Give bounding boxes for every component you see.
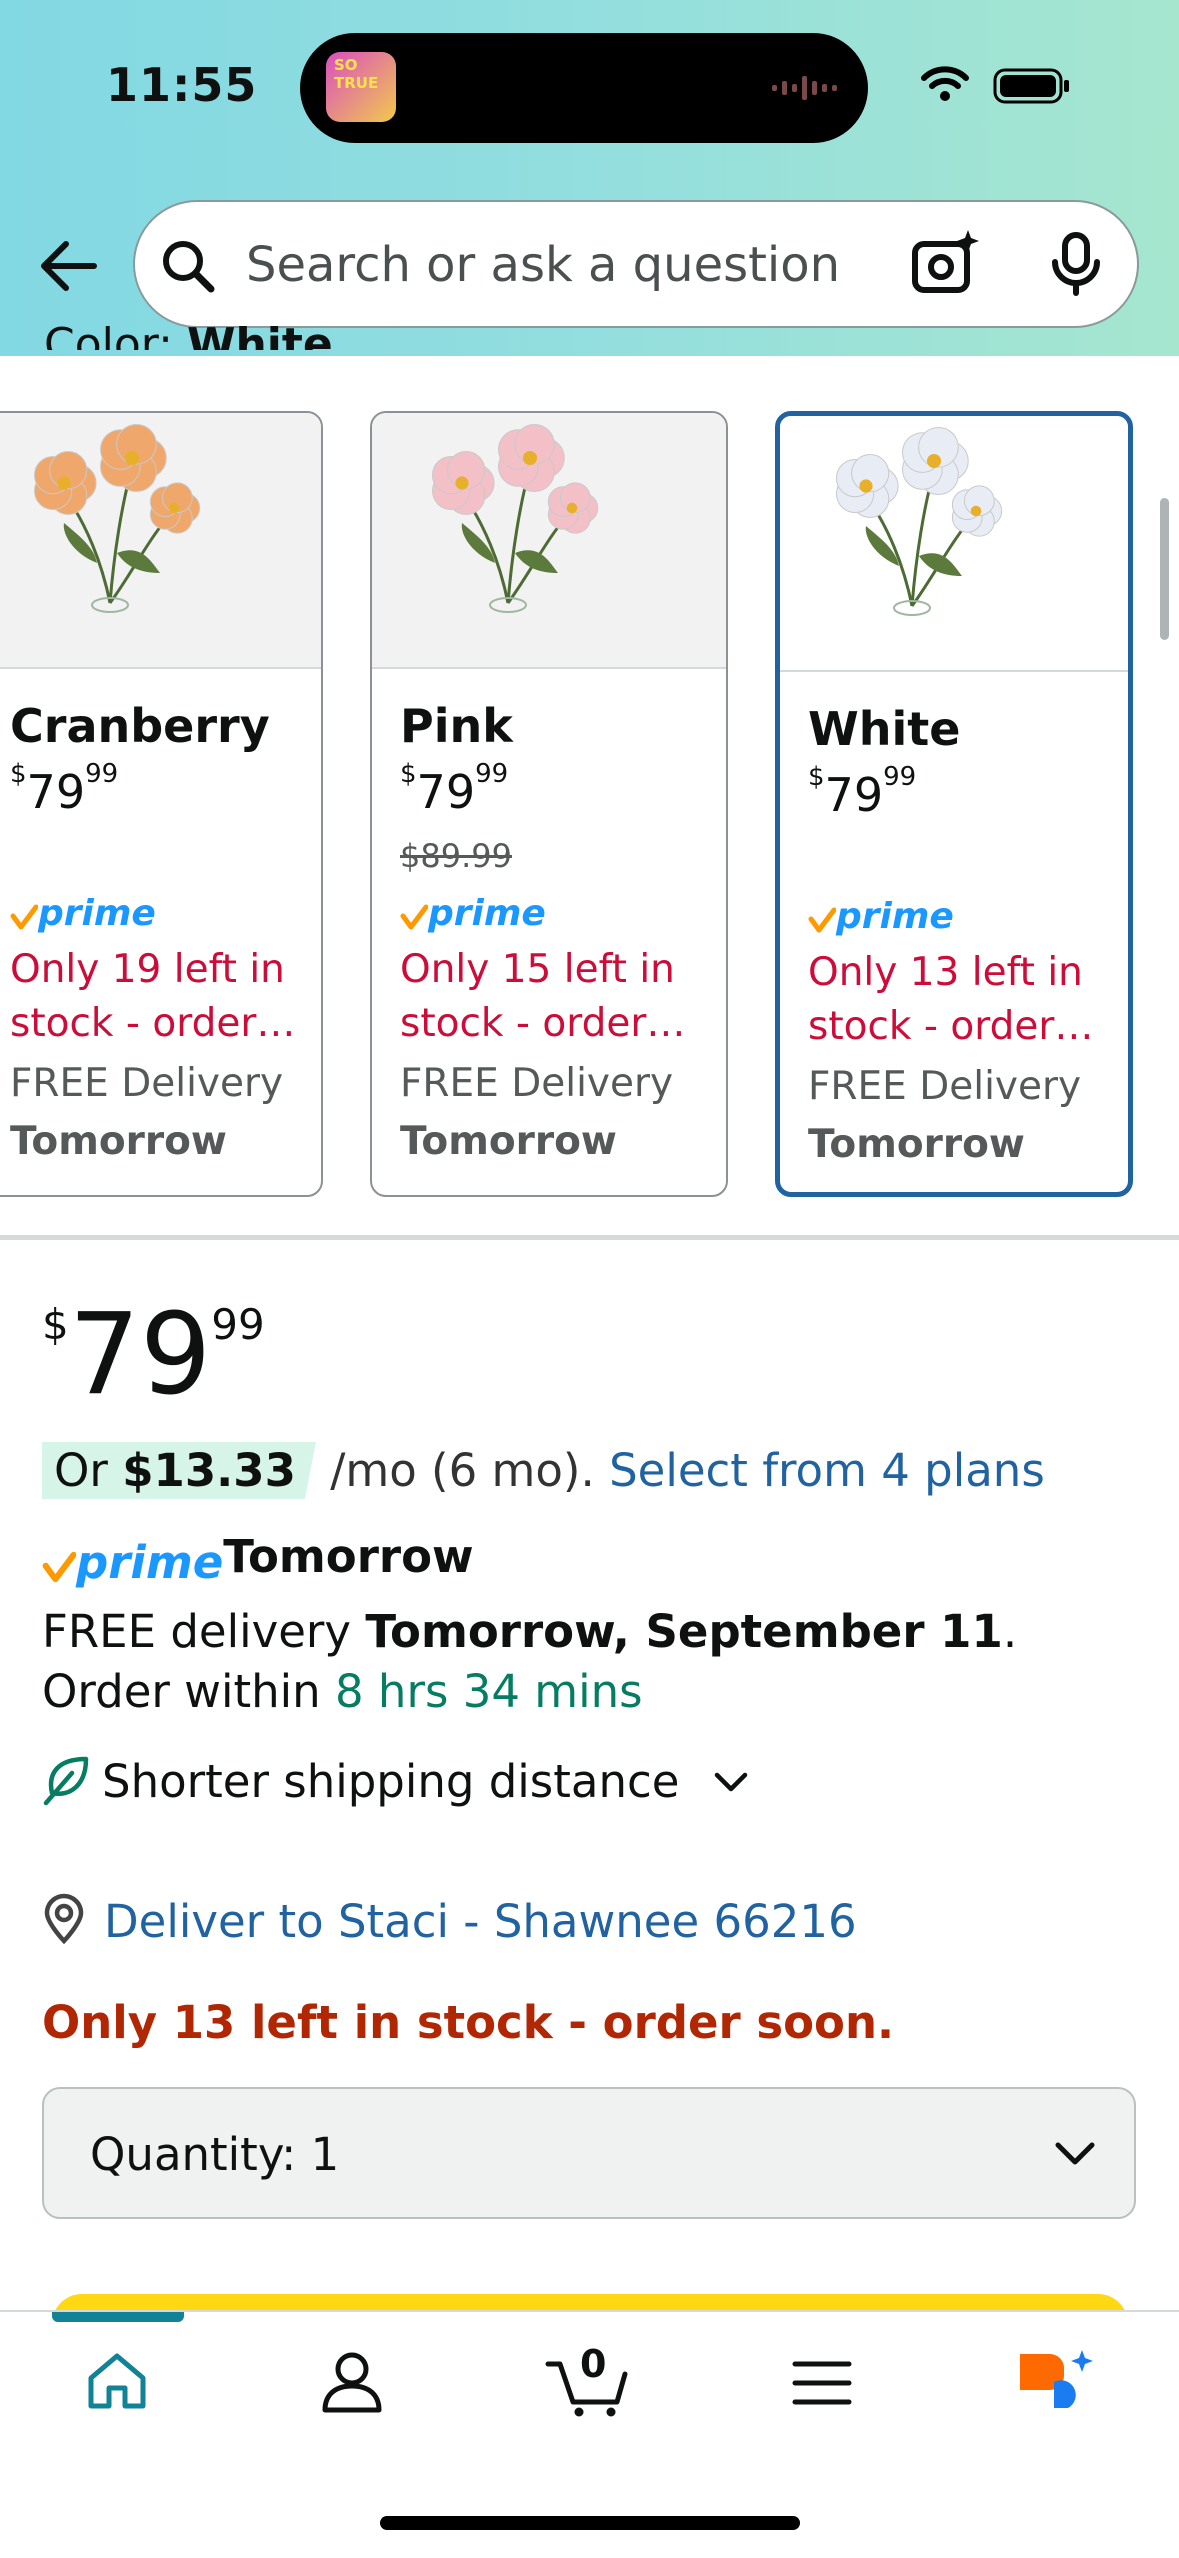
swatch-cranberry[interactable]: Cranberry $7999 prime Only 19 left in st… bbox=[0, 411, 323, 1197]
search-icon bbox=[160, 238, 216, 294]
swatch-image bbox=[372, 413, 726, 669]
prime-badge: prime bbox=[808, 896, 954, 937]
swatch-white[interactable]: White $7999 prime Only 13 left in stock … bbox=[775, 411, 1133, 1197]
audio-wave-icon bbox=[770, 70, 840, 106]
installment-chip: Or $13.33 bbox=[42, 1442, 316, 1499]
status-time: 11:55 bbox=[106, 58, 258, 112]
swatch-delivery-day: Tomorrow bbox=[400, 1119, 617, 1164]
stock-status: Only 13 left in stock - order soon. bbox=[42, 1996, 895, 2049]
chevron-down-icon bbox=[1054, 2140, 1096, 2168]
home-indicator bbox=[380, 2516, 800, 2530]
deliver-to-text: Deliver to Staci - Shawnee 66216 bbox=[104, 1895, 857, 1948]
quantity-value: 1 bbox=[310, 2128, 340, 2181]
battery-icon bbox=[993, 68, 1073, 104]
microphone-icon[interactable] bbox=[1048, 232, 1104, 296]
quantity-label: Quantity: 1 bbox=[90, 2128, 340, 2181]
location-pin-icon bbox=[42, 1893, 86, 1945]
variation-label-text: Color: bbox=[44, 319, 173, 350]
back-arrow-icon[interactable] bbox=[38, 240, 98, 292]
swatch-delivery: FREE Delivery bbox=[400, 1061, 674, 1106]
prime-check-icon bbox=[808, 907, 837, 933]
order-countdown: 8 hrs 34 mins bbox=[334, 1665, 643, 1718]
swatch-price: $7999 bbox=[808, 761, 917, 822]
prime-badge: prime bbox=[10, 893, 156, 934]
price-cents: 99 bbox=[211, 1300, 265, 1349]
menu-icon[interactable] bbox=[792, 2360, 852, 2406]
price-currency: $ bbox=[42, 1300, 69, 1349]
swatch-delivery-day: Tomorrow bbox=[10, 1119, 227, 1164]
camera-scan-icon[interactable] bbox=[910, 228, 980, 298]
delivery-date: Tomorrow, September 11 bbox=[365, 1605, 1003, 1658]
variation-label: Color: White bbox=[44, 316, 333, 350]
account-icon[interactable] bbox=[320, 2350, 384, 2414]
swatch-delivery: FREE Delivery bbox=[808, 1064, 1082, 1109]
prime-badge: prime bbox=[400, 893, 546, 934]
swatch-name: Cranberry bbox=[10, 699, 270, 753]
installment-amount: $13.33 bbox=[122, 1444, 296, 1497]
swatch-name: Pink bbox=[400, 699, 513, 753]
thumbnail-text: SO TRUE bbox=[334, 56, 379, 92]
swatch-stock: Only 19 left in stock - order… bbox=[10, 947, 296, 1046]
shipping-distance-toggle[interactable]: Shorter shipping distance bbox=[42, 1755, 748, 1808]
swatch-image bbox=[780, 416, 1128, 672]
prime-badge: prime bbox=[42, 1536, 223, 1589]
swatch-image bbox=[0, 413, 321, 669]
search-input[interactable]: Search or ask a question bbox=[246, 237, 840, 293]
prime-delivery-day: Tomorrow bbox=[223, 1530, 474, 1583]
swatch-stock: Only 13 left in stock - order… bbox=[808, 950, 1094, 1049]
swatch-list-price: $89.99 bbox=[400, 837, 512, 875]
swatch-stock: Only 15 left in stock - order… bbox=[400, 947, 686, 1046]
swatch-delivery: FREE Delivery bbox=[10, 1061, 284, 1106]
divider bbox=[0, 1235, 1179, 1240]
select-plans-link[interactable]: Select from 4 plans bbox=[609, 1444, 1045, 1497]
cart-count: 0 bbox=[580, 2342, 607, 2386]
home-icon[interactable] bbox=[86, 2352, 148, 2412]
prime-check-icon bbox=[400, 904, 429, 930]
price-dollars: 79 bbox=[68, 1290, 212, 1420]
swatch-delivery-day: Tomorrow bbox=[808, 1122, 1025, 1167]
leaf-icon bbox=[42, 1755, 90, 1807]
variation-value: White bbox=[186, 319, 333, 350]
installment-terms: /mo (6 mo). bbox=[315, 1444, 610, 1497]
deliver-to-link[interactable]: Deliver to Staci - Shawnee 66216 bbox=[42, 1893, 857, 1948]
prime-delivery: primeTomorrow bbox=[42, 1530, 474, 1589]
scrollbar[interactable] bbox=[1160, 498, 1169, 640]
now-playing-thumbnail[interactable]: SO TRUE bbox=[326, 52, 396, 122]
prime-check-icon bbox=[42, 1551, 77, 1583]
prime-check-icon bbox=[10, 904, 39, 930]
swatch-price: $7999 bbox=[10, 758, 119, 819]
chevron-down-icon bbox=[714, 1771, 748, 1793]
active-tab-indicator bbox=[52, 2312, 184, 2322]
installment-line: Or $13.33 /mo (6 mo). Select from 4 plan… bbox=[42, 1442, 1045, 1499]
swatch-price: $7999 bbox=[400, 758, 509, 819]
swatch-pink[interactable]: Pink $7999 $89.99 prime Only 15 left in … bbox=[370, 411, 728, 1197]
wifi-icon bbox=[920, 64, 970, 102]
delivery-info: FREE delivery Tomorrow, September 11. Or… bbox=[42, 1605, 1018, 1718]
shipping-note: Shorter shipping distance bbox=[102, 1755, 680, 1808]
rufus-assistant-icon[interactable] bbox=[1014, 2348, 1096, 2420]
swatch-name: White bbox=[808, 702, 961, 756]
product-price: $7999 bbox=[42, 1290, 265, 1420]
